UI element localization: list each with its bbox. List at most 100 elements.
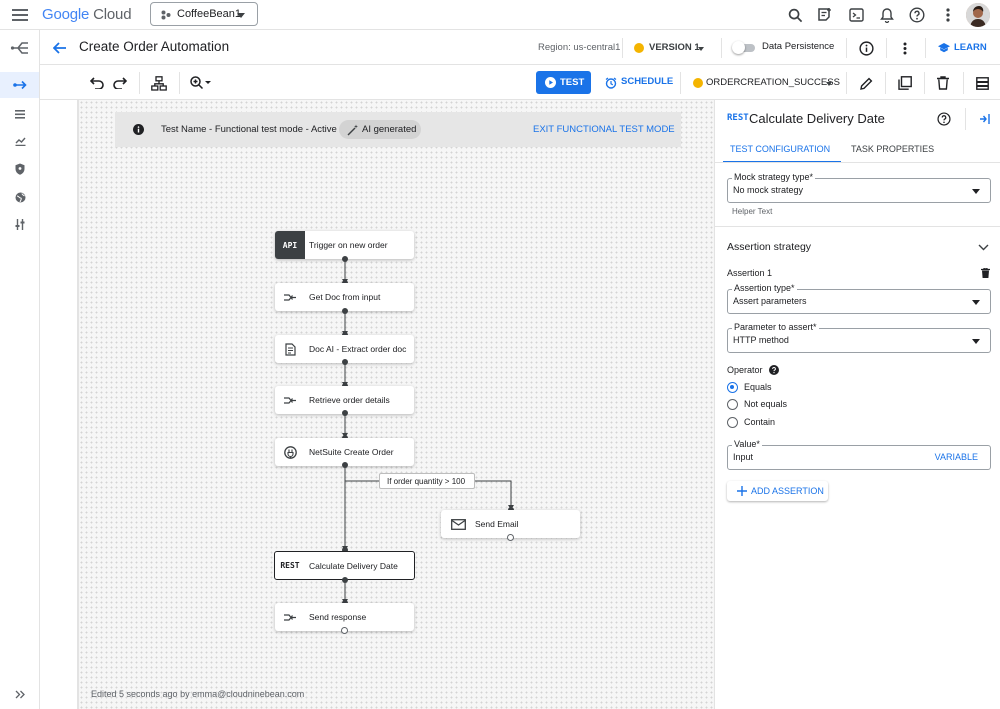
radio-button (727, 417, 738, 428)
schedule-button[interactable]: SCHEDULE (603, 72, 673, 94)
status-dot (693, 78, 703, 88)
delete-icon[interactable] (933, 73, 953, 93)
field-label: Parameter to assert* (732, 322, 819, 332)
layout-icon[interactable] (972, 73, 992, 93)
connector-dot (342, 256, 348, 262)
assertion-type-select[interactable]: Assertion type* Assert parameters (727, 283, 991, 314)
chevron-down-icon[interactable] (975, 240, 991, 254)
chevron-down-icon (826, 82, 832, 86)
left-nav-rail (0, 30, 40, 709)
list-icon[interactable] (10, 106, 30, 122)
more-vert-icon[interactable] (938, 5, 958, 25)
version-status-dot (634, 43, 644, 53)
learn-label: LEARN (954, 42, 987, 53)
auto-layout-icon[interactable] (149, 73, 169, 93)
help-icon[interactable] (935, 110, 953, 128)
learn-button[interactable]: LEARN (936, 39, 992, 57)
copy-icon[interactable] (895, 73, 915, 93)
bell-icon[interactable] (877, 5, 897, 25)
tab-label: TEST CONFIGURATION (730, 144, 831, 154)
edit-icon[interactable] (856, 73, 876, 93)
node-calculate-delivery[interactable]: REST Calculate Delivery Date (274, 551, 415, 580)
divider (963, 72, 964, 94)
radio-label: Contain (744, 417, 776, 427)
editor-toolbar: TEST SCHEDULE ORDERCREATION_SUCCESS (40, 66, 1000, 100)
expand-nav-icon[interactable] (10, 686, 30, 702)
dropdown-arrow-icon (972, 300, 980, 305)
undo-icon[interactable] (88, 74, 106, 92)
divider (965, 108, 966, 130)
radio-equals[interactable]: Equals (727, 381, 847, 395)
version-selector[interactable]: VERSION 1 (632, 38, 712, 58)
test-label: TEST (560, 77, 585, 88)
tab-test-configuration[interactable]: TEST CONFIGURATION (723, 137, 841, 163)
schedule-label: SCHEDULE (621, 76, 674, 87)
zoom-icon[interactable] (188, 73, 214, 93)
node-get-doc[interactable]: Get Doc from input (275, 283, 414, 311)
integration-active-icon (13, 80, 27, 90)
connector-dot (342, 359, 348, 365)
operator-label: Operator (727, 365, 763, 375)
connector-dot (342, 308, 348, 314)
title-bar: Create Order Automation Region: us-centr… (40, 30, 1000, 65)
mock-strategy-select[interactable]: Mock strategy type* No mock strategy (727, 172, 991, 203)
radio-contain[interactable]: Contain (727, 416, 847, 430)
panel-title: Calculate Delivery Date (749, 111, 885, 126)
assertion-strategy-heading: Assertion strategy (727, 241, 812, 253)
data-persistence-toggle[interactable] (732, 41, 756, 54)
project-name: CoffeeBean1 (177, 8, 242, 20)
menu-icon[interactable] (10, 6, 30, 24)
node-trigger[interactable]: API Trigger on new order (275, 231, 414, 259)
document-icon (275, 335, 305, 363)
notes-icon[interactable] (815, 5, 835, 25)
tab-task-properties[interactable]: TASK PROPERTIES (845, 137, 935, 163)
delete-icon[interactable] (978, 266, 992, 280)
tab-label: TASK PROPERTIES (851, 144, 935, 154)
analytics-icon[interactable] (10, 133, 30, 149)
google-cloud-logo[interactable]: Google Cloud (42, 6, 132, 23)
edge-condition-text: If order quantity > 100 (387, 477, 466, 486)
status-selector[interactable]: ORDERCREATION_SUCCESS (690, 73, 840, 93)
divider (139, 72, 140, 94)
help-filled-icon[interactable] (768, 364, 780, 376)
edge-condition-label[interactable]: If order quantity > 100 (379, 473, 475, 489)
node-label: Calculate Delivery Date (309, 560, 398, 571)
search-icon[interactable] (785, 5, 805, 25)
api-icon: API (275, 231, 305, 259)
rest-icon: REST (275, 552, 305, 580)
divider (622, 38, 623, 58)
info-icon[interactable] (856, 38, 876, 58)
redo-icon[interactable] (111, 74, 129, 92)
radio-not-equals[interactable]: Not equals (727, 398, 847, 412)
test-button[interactable]: TEST (536, 71, 591, 94)
integrations-logo-icon[interactable] (8, 38, 32, 58)
tune-icon[interactable] (10, 216, 30, 232)
field-value: No mock strategy (733, 185, 804, 195)
alarm-icon (605, 77, 617, 89)
tabs-divider (715, 162, 1000, 163)
parameter-select[interactable]: Parameter to assert* HTTP method (727, 322, 991, 353)
shield-icon[interactable] (10, 161, 30, 177)
help-icon[interactable] (907, 5, 927, 25)
data-mapping-icon (275, 603, 305, 631)
globe-icon[interactable] (10, 189, 30, 205)
node-label: Get Doc from input (309, 292, 381, 302)
variable-button[interactable]: VARIABLE (935, 452, 978, 462)
node-label: Send response (309, 612, 367, 622)
avatar[interactable] (966, 3, 990, 27)
logo-google: Google (42, 6, 90, 23)
more-vert-icon[interactable] (895, 38, 915, 58)
back-arrow-icon[interactable] (50, 38, 70, 58)
add-assertion-button[interactable]: ADD ASSERTION (727, 481, 828, 501)
cloud-shell-icon[interactable] (846, 5, 866, 25)
flow-canvas[interactable]: Test Name - Functional test mode - Activ… (78, 100, 714, 709)
node-label: Doc AI - Extract order doc (309, 344, 407, 354)
divider (179, 72, 180, 94)
edited-footer: Edited 5 seconds ago by emma@cloudninebe… (91, 689, 305, 699)
project-selector[interactable]: CoffeeBean1 (150, 2, 258, 26)
value-input[interactable]: Value* Input VARIABLE (727, 439, 991, 470)
nav-item-integrations[interactable] (0, 72, 39, 98)
collapse-panel-icon[interactable] (975, 110, 993, 128)
editor-side-rail (40, 66, 78, 709)
dropdown-arrow-icon (972, 339, 980, 344)
